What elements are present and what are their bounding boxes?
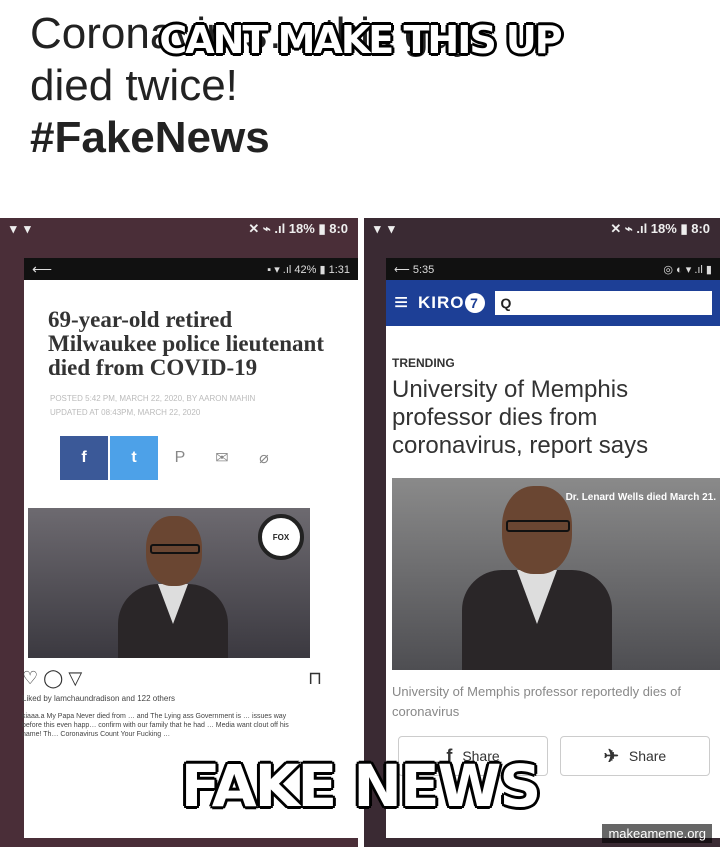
heart-icon[interactable]: ♡: [22, 668, 38, 688]
person-glasses: [150, 544, 200, 554]
bookmark-icon[interactable]: ⊓: [308, 668, 322, 689]
status-left: ▾ ▾: [374, 221, 397, 236]
send-icon[interactable]: ▽: [68, 668, 82, 688]
inner-status-bar: ⟵ 5:35 ◎ ◐ ▾ .ıl ▮: [386, 258, 720, 280]
article-photo-right: Dr. Lenard Wells died March 21.: [392, 478, 720, 670]
person-photo: [462, 486, 612, 670]
kiro-seven: 7: [464, 293, 485, 313]
status-left: ▾ ▾: [10, 221, 33, 236]
twitter-share-button[interactable]: t: [110, 436, 158, 480]
person-glasses: [506, 520, 570, 532]
pinterest-icon[interactable]: P: [160, 449, 200, 467]
link-icon[interactable]: ⌀: [244, 448, 284, 468]
email-icon[interactable]: ✉: [202, 448, 242, 468]
inner-status-right: ▪ ▾ .ıl 42% ▮ 1:31: [267, 263, 350, 276]
byline-posted: POSTED 5:42 PM, MARCH 22, 2020, BY AARON…: [50, 394, 256, 403]
meme-bottom-text: FAKE NEWS: [180, 752, 542, 820]
watermark: makeameme.org: [602, 824, 712, 843]
phone-status-bar: ▾ ▾ ✕ ⌁ .ıl 18% ▮ 8:0: [0, 218, 358, 240]
station-badge: FOX: [258, 514, 304, 560]
kiro-brand: KIRO: [418, 293, 465, 312]
share-row: f t P ✉ ⌀: [24, 420, 358, 480]
facebook-share-button[interactable]: f: [60, 436, 108, 480]
photo-caption: University of Memphis professor reported…: [392, 684, 682, 719]
article-headline[interactable]: University of Memphis professor dies fro…: [386, 370, 720, 460]
article-byline: POSTED 5:42 PM, MARCH 22, 2020, BY AARON…: [24, 380, 358, 420]
phone-status-bar: ▾ ▾ ✕ ⌁ .ıl 18% ▮ 8:0: [364, 218, 720, 240]
search-icon: Q: [500, 295, 512, 311]
photo-overlay-caption: Dr. Lenard Wells died March 21.: [565, 492, 716, 503]
inner-status-right: ◎ ◐ ▾ .ıl ▮: [663, 263, 712, 276]
trending-label: TRENDING: [392, 356, 455, 370]
status-right: ✕ ⌁ .ıl 18% ▮ 8:0: [610, 221, 710, 236]
article-screen-right: ⟵ 5:35 ◎ ◐ ▾ .ıl ▮ ≡ KIRO 7 Q TRENDING Un…: [386, 258, 720, 838]
inner-status-bar: ⟵ ▪ ▾ .ıl 42% ▮ 1:31: [24, 258, 358, 280]
search-input[interactable]: Q: [494, 291, 712, 315]
likes-text: Liked by lamchaundradison and 122 others: [22, 694, 175, 703]
comment-text: kiaaa.a My Papa Never died from … and Th…: [22, 713, 289, 738]
back-arrow-icon[interactable]: ⟵ 5:35: [394, 263, 434, 276]
back-arrow-icon[interactable]: ⟵: [32, 261, 52, 278]
instagram-action-row: ♡ ◯ ▽ ⊓: [22, 668, 322, 689]
post-caption-line2: died twice!: [30, 61, 238, 110]
hamburger-menu-icon[interactable]: ≡: [394, 289, 408, 317]
status-right: ✕ ⌁ .ıl 18% ▮ 8:0: [248, 221, 348, 236]
meme-top-text: CANT MAKE THIS UP: [159, 18, 562, 62]
person-photo: [118, 516, 228, 658]
article-headline[interactable]: 69-year-old retired Milwaukee police lie…: [24, 280, 324, 380]
kiro-header: ≡ KIRO 7 Q: [386, 280, 720, 326]
byline-updated: UPDATED AT 08:43PM, MARCH 22, 2020: [50, 408, 201, 417]
kiro-logo[interactable]: KIRO 7: [418, 293, 485, 313]
article-photo-left: FOX: [28, 508, 310, 658]
comment-icon[interactable]: ◯: [43, 668, 63, 688]
post-caption-hashtag: #FakeNews: [30, 113, 270, 162]
